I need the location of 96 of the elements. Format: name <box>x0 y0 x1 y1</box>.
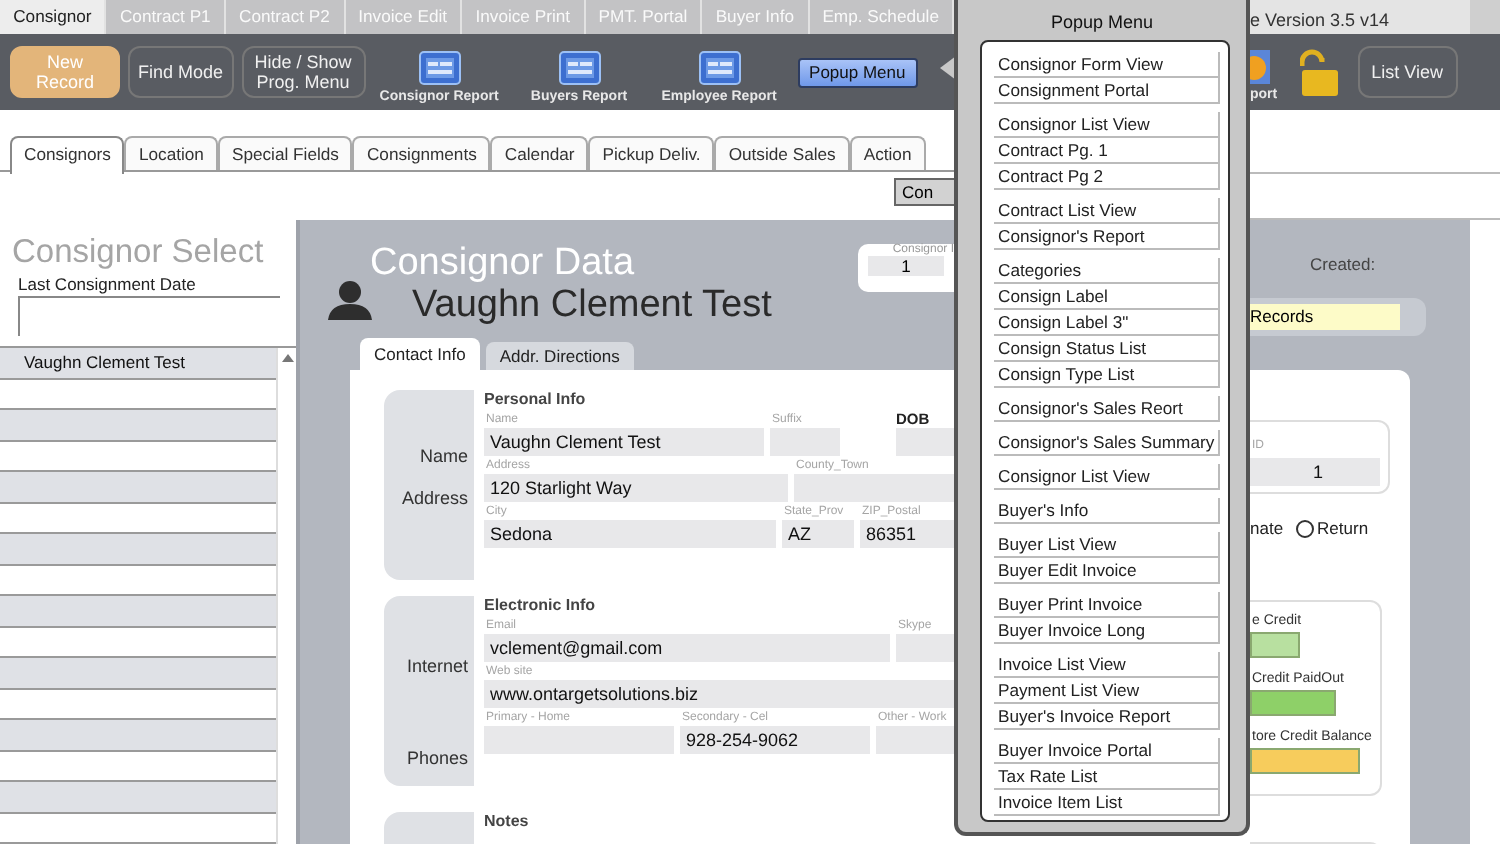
phone-field[interactable]: 928-254-9062 <box>680 726 870 754</box>
menu-item[interactable]: Consign Status List <box>994 336 1220 362</box>
zip-field[interactable]: 86351 <box>860 520 954 548</box>
menu-item[interactable]: Buyer Invoice Long <box>994 618 1220 644</box>
menu-item[interactable]: Consignor List View <box>994 464 1220 490</box>
list-row[interactable] <box>0 813 276 844</box>
section-tab[interactable]: Action <box>849 136 926 170</box>
phone-field[interactable] <box>876 726 954 754</box>
list-row[interactable] <box>0 720 276 751</box>
top-tab[interactable]: Consignor <box>0 0 107 34</box>
list-row[interactable] <box>0 658 276 689</box>
detail-tab[interactable]: Addr. Directions <box>485 342 634 370</box>
menu-item[interactable]: Consignor's Report <box>994 224 1220 250</box>
city-field[interactable]: Sedona <box>484 520 776 548</box>
menu-item[interactable]: Buyer's Invoice Report <box>994 704 1220 730</box>
dob-field[interactable] <box>896 428 954 456</box>
partial-button[interactable]: Con <box>894 178 954 206</box>
section-title: Electronic Info <box>484 596 598 616</box>
consignor-name: Vaughn Clement Test <box>412 286 772 326</box>
menu-item[interactable]: Tax Rate List <box>994 764 1220 790</box>
list-row[interactable] <box>0 627 276 658</box>
popup-menu-button[interactable]: Popup Menu <box>797 57 918 87</box>
list-row[interactable]: Vaughn Clement Test <box>0 348 276 379</box>
row-label: Name <box>419 446 468 466</box>
list-row[interactable] <box>0 472 276 503</box>
list-row[interactable] <box>0 379 276 410</box>
list-row[interactable] <box>0 410 276 441</box>
name-field[interactable]: Vaughn Clement Test <box>484 428 764 456</box>
list-view-button[interactable]: List View <box>1357 46 1458 98</box>
panel-title: Consignor Select <box>10 232 266 272</box>
menu-item[interactable]: Buyer Edit Invoice <box>994 558 1220 584</box>
row-label: Phones <box>406 748 468 768</box>
option-label: nate <box>1250 518 1284 538</box>
menu-item[interactable]: Buyer Invoice Portal <box>994 738 1220 764</box>
menu-item[interactable]: Consign Label <box>994 284 1220 310</box>
date-field[interactable] <box>18 296 280 336</box>
menu-item[interactable]: Contract List View <box>994 198 1220 224</box>
list-row[interactable] <box>0 441 276 472</box>
toolbar-button[interactable]: Find Mode <box>128 46 234 98</box>
list-row[interactable] <box>0 503 276 534</box>
menu-item[interactable]: Buyer Print Invoice <box>994 592 1220 618</box>
id-field[interactable]: 1 <box>868 256 944 276</box>
website-field[interactable]: www.ontargetsolutions.biz <box>484 680 954 708</box>
menu-item[interactable]: Payment List View <box>994 678 1220 704</box>
scroll-up-icon[interactable] <box>279 352 295 364</box>
menu-item[interactable]: Buyer List View <box>994 532 1220 558</box>
menu-item[interactable]: Categories <box>994 258 1220 284</box>
menu-item[interactable]: Consignor's Sales Reort <box>994 396 1220 422</box>
section-tab[interactable]: Special Fields <box>217 136 353 170</box>
list-row[interactable] <box>0 534 276 565</box>
version-text: e Version 3.5 v14 <box>1250 10 1390 30</box>
list-row[interactable] <box>0 689 276 720</box>
menu-item[interactable]: Consignment Portal <box>994 78 1220 104</box>
menu-item[interactable]: Contract Pg. 1 <box>994 138 1220 164</box>
credit-field[interactable] <box>1250 748 1360 774</box>
county-field[interactable] <box>794 474 954 502</box>
field-label: Last Consignment Date <box>16 272 198 294</box>
skype-field[interactable] <box>896 634 954 662</box>
detail-tab[interactable]: Contact Info <box>360 338 480 370</box>
credit-field[interactable] <box>1250 690 1336 716</box>
email-field[interactable]: vclement@gmail.com <box>484 634 890 662</box>
section-tab[interactable]: Calendar <box>490 136 589 170</box>
section-tab[interactable]: Consignors <box>10 136 125 174</box>
list-row[interactable] <box>0 565 276 596</box>
row-label: Address <box>401 488 468 508</box>
state-field[interactable]: AZ <box>782 520 854 548</box>
field-label: Created: <box>1310 254 1378 274</box>
menu-item[interactable]: Invoice List View <box>994 652 1220 678</box>
menu-item[interactable]: Consign Type List <box>994 362 1220 388</box>
toolbar-button[interactable]: Hide / Show Prog. Menu <box>241 46 366 98</box>
section-tab[interactable]: Pickup Deliv. <box>588 136 715 170</box>
person-icon <box>326 280 374 320</box>
records-dropdown[interactable]: Records <box>1250 304 1400 330</box>
row-label: Internet <box>406 656 468 676</box>
section-title: Notes <box>484 812 531 832</box>
section-title: Personal Info <box>484 390 588 410</box>
menu-item[interactable]: Consignor Form View <box>994 52 1220 78</box>
section-tab[interactable]: Location <box>124 136 218 170</box>
menu-item[interactable]: Invoice Item List <box>994 790 1220 816</box>
popup-title: Popup Menu <box>1048 10 1156 36</box>
radio-button[interactable]: Return <box>1295 518 1369 538</box>
menu-item[interactable]: Contract Pg 2 <box>994 164 1220 190</box>
section-tab[interactable]: Outside Sales <box>714 136 850 170</box>
menu-item[interactable]: Consignor List View <box>994 112 1220 138</box>
menu-item[interactable]: Consignor's Sales Summary <box>994 430 1220 456</box>
padlock-icon[interactable] <box>1299 46 1340 98</box>
address-field[interactable]: 120 Starlight Way <box>484 474 788 502</box>
credit-field[interactable] <box>1250 632 1300 658</box>
menu-item[interactable]: Consign Label 3" <box>994 310 1220 336</box>
id-field[interactable]: 1 <box>1250 458 1380 486</box>
list-row[interactable] <box>0 751 276 782</box>
section-title: Consignor Data <box>370 242 637 286</box>
list-row[interactable] <box>0 596 276 627</box>
list-row[interactable] <box>0 782 276 813</box>
menu-item[interactable]: Buyer's Info <box>994 498 1220 524</box>
section-tab[interactable]: Consignments <box>352 136 491 170</box>
